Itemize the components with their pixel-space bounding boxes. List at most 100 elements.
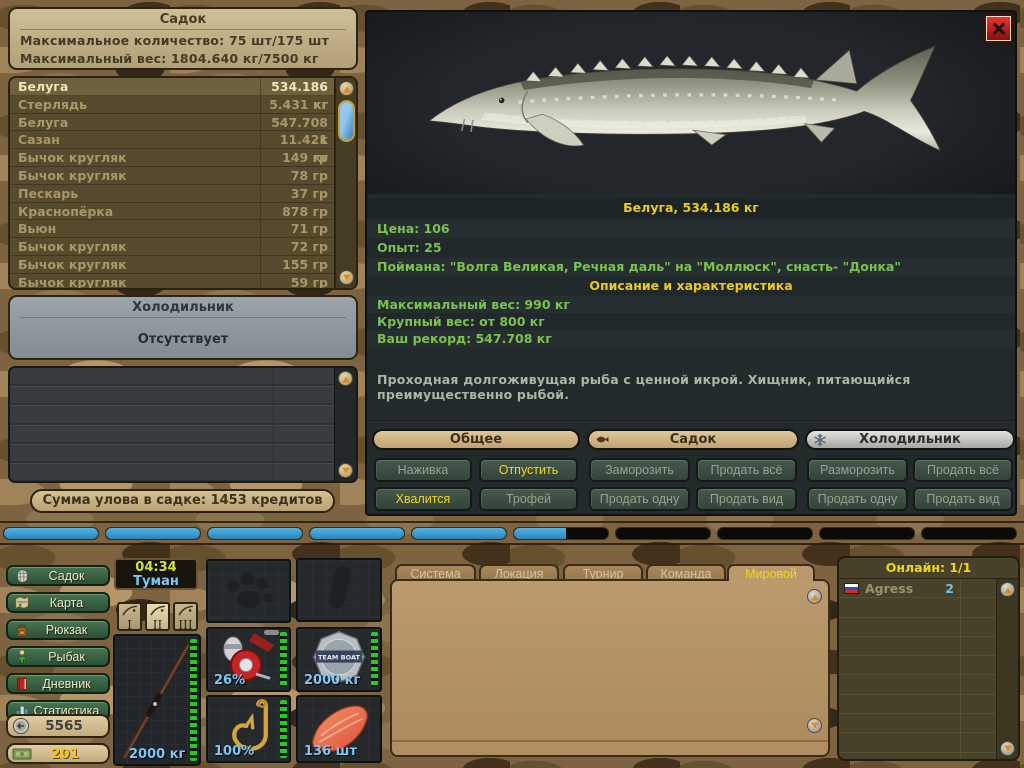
rod-tab-3[interactable]: III bbox=[173, 602, 198, 631]
slot-hook[interactable]: 100% bbox=[206, 695, 291, 763]
sidebar-item-map[interactable]: Карта bbox=[6, 592, 110, 613]
tab-keepnet[interactable]: Садок bbox=[587, 429, 799, 450]
game-screen: Садок Максимальное количество: 75 шт/175… bbox=[0, 0, 1024, 768]
chat-scroll-down-button[interactable] bbox=[807, 718, 822, 733]
sell-all-fridge-button[interactable]: Продать всё bbox=[913, 458, 1013, 482]
release-button[interactable]: Отпустить bbox=[479, 458, 578, 482]
durability-bar bbox=[280, 700, 287, 758]
scroll-up-button[interactable] bbox=[338, 371, 353, 386]
scroll-up-button[interactable] bbox=[339, 81, 354, 96]
sturgeon-image bbox=[415, 26, 975, 184]
online-panel: Онлайн: 1/1 Agress 2 bbox=[837, 556, 1020, 761]
unfreeze-button[interactable]: Разморозить bbox=[807, 458, 908, 482]
fish-row[interactable]: Бычок кругляк78 гр bbox=[10, 167, 334, 185]
player-name: Agress bbox=[865, 579, 913, 598]
trophy-button[interactable]: Трофей bbox=[479, 487, 578, 511]
chat-scroll-up-button[interactable] bbox=[807, 589, 822, 604]
durability-bar bbox=[280, 632, 287, 687]
table-row[interactable] bbox=[10, 464, 334, 483]
fish-row[interactable]: Бычок кругляк72 гр bbox=[10, 238, 334, 256]
fish-big-weight: Крупный вес: от 800 кг bbox=[367, 313, 1015, 330]
fridge-table-scrollbar[interactable] bbox=[334, 368, 356, 481]
slot-empty-tube[interactable] bbox=[296, 558, 382, 622]
freeze-button[interactable]: Заморозить bbox=[589, 458, 690, 482]
scroll-down-button[interactable] bbox=[1000, 741, 1015, 756]
tab-common[interactable]: Общее bbox=[372, 429, 580, 450]
fridge-title: Холодильник bbox=[20, 299, 346, 318]
fish-row[interactable]: Бычок кругляк155 гр bbox=[10, 256, 334, 274]
online-empty-row bbox=[839, 695, 996, 714]
slot-fishing-line[interactable]: TEAM BOAT 2000 кг bbox=[296, 627, 382, 692]
sell-kind-keepnet-button[interactable]: Продать вид bbox=[696, 487, 797, 511]
brag-button[interactable]: Хвалится bbox=[374, 487, 472, 511]
keepnet-info-panel: Садок Максимальное количество: 75 шт/175… bbox=[8, 7, 358, 70]
fish-row[interactable]: Вьюн71 гр bbox=[10, 220, 334, 238]
xp-segment bbox=[3, 527, 99, 540]
rod-slot[interactable]: 2000 кг bbox=[113, 634, 201, 766]
online-empty-row bbox=[839, 618, 996, 637]
rod-icon bbox=[120, 604, 139, 616]
fish-list-scrollbar[interactable] bbox=[334, 78, 356, 288]
snowflake-icon bbox=[813, 433, 827, 447]
tab-fridge[interactable]: Холодильник bbox=[805, 429, 1015, 450]
sell-one-fridge-button[interactable]: Продать одну bbox=[807, 487, 908, 511]
close-button[interactable] bbox=[986, 16, 1011, 41]
fish-row[interactable]: Бычок кругляк59 гр bbox=[10, 274, 334, 290]
table-row[interactable] bbox=[10, 368, 334, 387]
xp-segment bbox=[819, 527, 915, 540]
sell-kind-fridge-button[interactable]: Продать вид bbox=[913, 487, 1013, 511]
online-scrollbar[interactable] bbox=[996, 579, 1018, 759]
slot-bait-fillet[interactable]: 136 шт bbox=[296, 695, 382, 763]
table-row[interactable] bbox=[10, 426, 334, 445]
fish-row[interactable]: Белуга547.708 к bbox=[10, 114, 334, 132]
sidebar-item-diary[interactable]: Дневник bbox=[6, 673, 110, 694]
scroll-down-button[interactable] bbox=[339, 270, 354, 285]
sell-one-keepnet-button[interactable]: Продать одну bbox=[589, 487, 690, 511]
money-counter[interactable]: 201 bbox=[6, 743, 110, 764]
sell-all-keepnet-button[interactable]: Продать всё bbox=[696, 458, 797, 482]
sidebar-item-keepnet[interactable]: Садок bbox=[6, 565, 110, 586]
online-empty-row bbox=[839, 656, 996, 675]
xp-segment bbox=[411, 527, 507, 540]
fish-row[interactable]: Белуга534.186 кг bbox=[10, 78, 334, 96]
fish-row[interactable]: Пескарь37 гр bbox=[10, 185, 334, 203]
coin-icon bbox=[12, 717, 30, 735]
online-empty-row bbox=[839, 753, 996, 761]
credits-counter[interactable]: 5565 bbox=[6, 714, 110, 738]
slot-reel[interactable]: 26% bbox=[206, 627, 291, 692]
fish-row[interactable]: Стерлядь5.431 кг bbox=[10, 96, 334, 114]
empty-bait-ghost-icon bbox=[214, 563, 284, 615]
bait-button[interactable]: Наживка bbox=[374, 458, 472, 482]
fish-row[interactable]: Сазан11.421 кг bbox=[10, 131, 334, 149]
table-row[interactable] bbox=[10, 445, 334, 464]
online-empty-row bbox=[839, 733, 996, 752]
xp-segment bbox=[207, 527, 303, 540]
chat-input[interactable] bbox=[392, 740, 828, 755]
actions-divider bbox=[367, 420, 1015, 421]
table-row[interactable] bbox=[10, 387, 334, 406]
fish-section-header: Описание и характеристика bbox=[367, 277, 1015, 295]
sidebar-item-fisherman[interactable]: Рыбак bbox=[6, 646, 110, 667]
xp-segment-partial bbox=[513, 527, 609, 540]
fridge-table-rows bbox=[10, 368, 334, 481]
fish-row[interactable]: Краснопёрка878 гр bbox=[10, 203, 334, 221]
online-player-row[interactable]: Agress bbox=[839, 579, 996, 598]
sidebar-item-backpack[interactable]: Рюкзак bbox=[6, 619, 110, 640]
rod-icon bbox=[148, 604, 167, 616]
rod-tab-2[interactable]: II bbox=[145, 602, 170, 631]
catch-sum-label: Сумма улова в садке: 1453 кредитов bbox=[30, 489, 335, 513]
fish-row[interactable]: Бычок кругляк149 гр bbox=[10, 149, 334, 167]
triangle-down-icon bbox=[1004, 745, 1012, 751]
slot-empty-bait[interactable] bbox=[206, 559, 291, 623]
table-row[interactable] bbox=[10, 406, 334, 425]
triangle-up-icon bbox=[1004, 587, 1012, 593]
chat-tab-world[interactable]: Мировой bbox=[727, 564, 815, 581]
fish-title: Белуга, 534.186 кг bbox=[367, 198, 1015, 218]
keepnet-title: Садок bbox=[20, 11, 346, 30]
keepnet-max-weight: Максимальный вес: 1804.640 кг/7500 кг bbox=[20, 51, 346, 66]
scroll-up-button[interactable] bbox=[1000, 582, 1015, 597]
fish-record: Ваш рекорд: 547.708 кг bbox=[367, 330, 1015, 347]
rod-tab-1[interactable]: I bbox=[117, 602, 142, 631]
scroll-thumb[interactable] bbox=[338, 100, 355, 142]
scroll-down-button[interactable] bbox=[338, 463, 353, 478]
